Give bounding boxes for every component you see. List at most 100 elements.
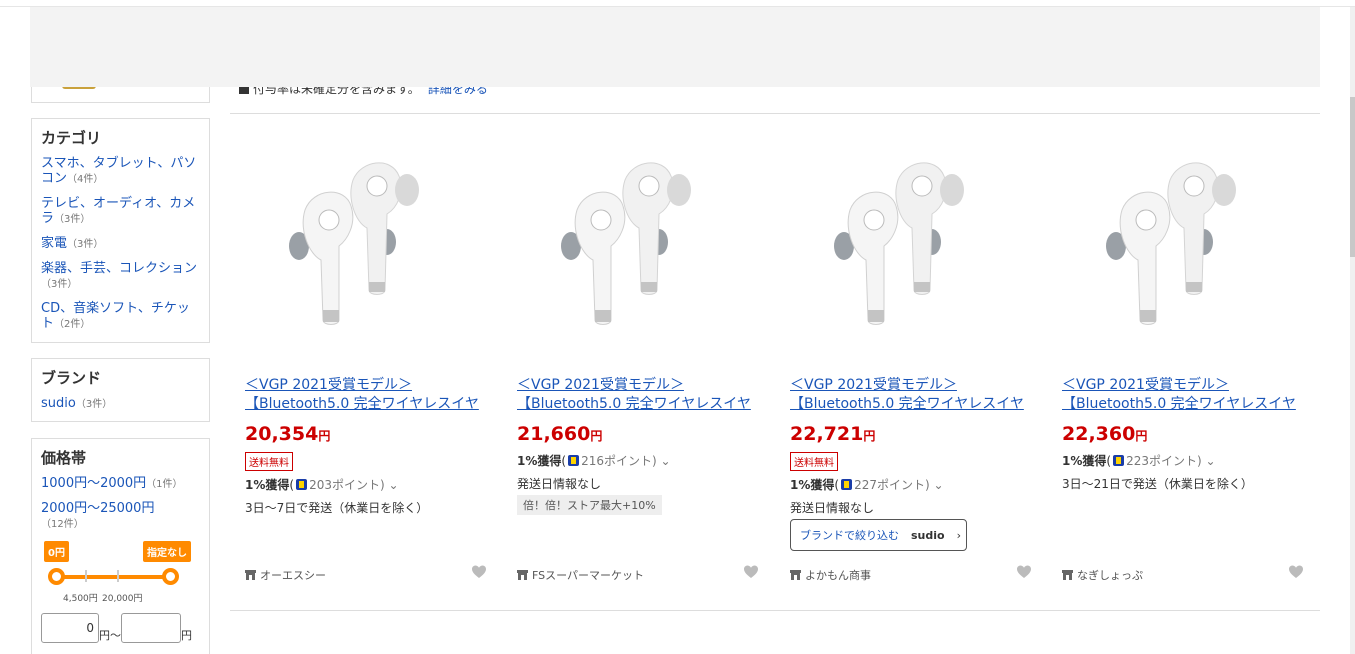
nav-cart[interactable]: カート [935, 23, 989, 71]
chevron-down-icon: ) ⌄ [1196, 454, 1216, 468]
price-range-count: （1件） [146, 479, 183, 490]
nav-order-history-label: 注文履歴 [1067, 57, 1111, 70]
category-item-label: スマホ、タブレット、パソコン [41, 156, 197, 186]
scrollbar-thumb[interactable] [1350, 97, 1355, 257]
brand-filter: ブランド sudio（3件） [31, 358, 210, 422]
price-range-separator: 円～ [99, 629, 121, 642]
price-title: 価格帯 [41, 449, 87, 467]
category-item[interactable]: 家電（3件） [41, 236, 200, 252]
store-link[interactable]: なぎしょっぷ [1062, 567, 1143, 583]
points-notice: 付与率は未確定分を含みます。 詳細をみる [239, 80, 488, 97]
page-scrollbar[interactable] [1350, 7, 1355, 654]
favorite-heart-icon[interactable] [1288, 564, 1304, 580]
info-icon [239, 84, 249, 94]
price-yen: 円 [318, 429, 331, 443]
shipping-info: 3日～7日で発送（休業日を除く） [245, 501, 429, 515]
nav-favorites[interactable]: お気に入り [993, 23, 1057, 71]
category-item[interactable]: CD、音楽ソフト、チケット（2件） [41, 301, 200, 332]
points-info[interactable]: 1%獲得(223ポイント) ⌄ [1062, 452, 1216, 469]
shipping-info: 発送日情報なし [517, 477, 602, 491]
price-range-item[interactable]: 2000円～25000円 （12件） [41, 501, 200, 532]
points-info[interactable]: 1%獲得(216ポイント) ⌄ [517, 452, 671, 469]
points-info[interactable]: 1%獲得(227ポイント) ⌄ [790, 476, 944, 493]
price-range-item[interactable]: 1000円～2000円（1件） [41, 476, 200, 492]
earbuds-image[interactable] [1100, 150, 1270, 330]
paren: ( [1106, 454, 1112, 468]
earbuds-image[interactable] [828, 150, 998, 330]
store-icon [790, 570, 801, 580]
points-rate: 1%獲得 [790, 478, 835, 492]
category-item[interactable]: スマホ、タブレット、パソコン（4件） [41, 156, 200, 187]
nav-order-history[interactable]: 注文履歴 [1059, 23, 1119, 71]
brand-item-label: sudio [41, 396, 76, 411]
store-link[interactable]: オーエスシー [245, 567, 326, 583]
product-card[interactable]: ＜VGP 2021受賞モデル＞【Bluetooth5.0 完全ワイヤレスイヤホン… [790, 130, 1040, 600]
store-name: なぎしょっぷ [1077, 569, 1143, 582]
search-input[interactable] [127, 29, 665, 65]
price-value: 22,360 [1062, 423, 1136, 445]
price-tick [85, 570, 87, 582]
cart-icon [950, 25, 975, 49]
divider [230, 113, 1320, 114]
points-amount: 223ポイント [1126, 454, 1197, 468]
store-icon [1062, 570, 1073, 580]
category-item-label: 家電 [41, 236, 68, 251]
price-max-tag: 指定なし [143, 541, 191, 562]
top-strip [0, 0, 1355, 7]
price-max-input[interactable] [121, 613, 181, 643]
price-min-tag: 0円 [44, 541, 69, 562]
conditions-dropdown[interactable]: こだわり条件 [665, 29, 805, 65]
product-title-link[interactable]: ＜VGP 2021受賞モデル＞【Bluetooth5.0 完全ワイヤレスイヤホン… [1062, 376, 1307, 414]
product-card[interactable]: ＜VGP 2021受賞モデル＞【Bluetooth5.0 完全ワイヤレスイヤホン… [1062, 130, 1312, 600]
price-range-label: 2000円～25000円 [41, 501, 155, 516]
favorite-heart-icon[interactable] [471, 564, 487, 580]
partial-logo [62, 86, 96, 89]
points-amount: 227ポイント [854, 478, 925, 492]
paren: ( [289, 478, 295, 492]
favorite-heart-icon[interactable] [743, 564, 759, 580]
price-slider[interactable]: 0円 指定なし 4,500円 20,000円 [41, 541, 200, 611]
points-rate: 1%獲得 [245, 478, 290, 492]
paren: ( [561, 454, 567, 468]
category-filter: カテゴリ スマホ、タブレット、パソコン（4件） テレビ、オーディオ、カメラ（3件… [31, 118, 210, 343]
price-unit: 円 [181, 629, 192, 642]
price-max-handle[interactable] [162, 568, 179, 585]
price-min-input[interactable]: 0 [41, 613, 99, 643]
product-card[interactable]: ＜VGP 2021受賞モデル＞【Bluetooth5.0 完全ワイヤレスイヤホン… [245, 130, 495, 600]
product-card[interactable]: ＜VGP 2021受賞モデル＞【Bluetooth5.0 完全ワイヤレスイヤホン… [517, 130, 767, 600]
store-icon [517, 570, 528, 580]
brand-item-count: （3件） [75, 399, 113, 410]
search-button[interactable]: 検索する [805, 29, 925, 65]
t-point-icon [841, 479, 853, 490]
store-link[interactable]: よかもん商事 [790, 567, 871, 583]
shipping-info: 発送日情報なし [790, 501, 875, 515]
nav-my-shopping[interactable]: Myショッピング [1125, 23, 1217, 71]
product-title-link[interactable]: ＜VGP 2021受賞モデル＞【Bluetooth5.0 完全ワイヤレスイヤホン… [517, 376, 762, 414]
free-shipping-badge: 送料無料 [790, 452, 838, 471]
price-yen: 円 [863, 429, 876, 443]
brand-filter-button[interactable]: ブランドで絞り込む sudio › [790, 519, 967, 551]
category-item[interactable]: テレビ、オーディオ、カメラ（3件） [41, 196, 200, 227]
heart-icon [1013, 26, 1037, 47]
price-yen: 円 [1135, 429, 1148, 443]
nav-my-shopping-label: Myショッピング [1129, 57, 1212, 70]
brand-title: ブランド [41, 369, 102, 387]
product-title-link[interactable]: ＜VGP 2021受賞モデル＞【Bluetooth5.0 完全ワイヤレスイヤホン… [790, 376, 1035, 414]
favorite-heart-icon[interactable] [1016, 564, 1032, 580]
product-title-link[interactable]: ＜VGP 2021受賞モデル＞【Bluetooth5.0 完全ワイヤレスイヤホン… [245, 376, 490, 414]
earbuds-image[interactable] [555, 150, 725, 330]
store-link[interactable]: FSスーパーマーケット [517, 567, 644, 583]
price-min-handle[interactable] [48, 568, 65, 585]
chevron-down-icon: ) ⌄ [651, 454, 671, 468]
notice-text: 付与率は未確定分を含みます。 [253, 82, 420, 96]
category-item[interactable]: 楽器、手芸、コレクション （3件） [41, 261, 200, 292]
t-point-icon [296, 479, 308, 490]
price-yen: 円 [590, 429, 603, 443]
store-promo-badge: 倍！倍！ストア最大+10% [517, 495, 662, 515]
points-info[interactable]: 1%獲得(203ポイント) ⌄ [245, 476, 399, 493]
earbuds-image[interactable] [283, 150, 453, 330]
brand-item-sudio[interactable]: sudio（3件） [41, 396, 200, 412]
search-button-label: 検索する [846, 38, 907, 57]
notice-detail-link[interactable]: 詳細をみる [428, 82, 488, 96]
price-range-label: 1000円～2000円 [41, 476, 147, 491]
